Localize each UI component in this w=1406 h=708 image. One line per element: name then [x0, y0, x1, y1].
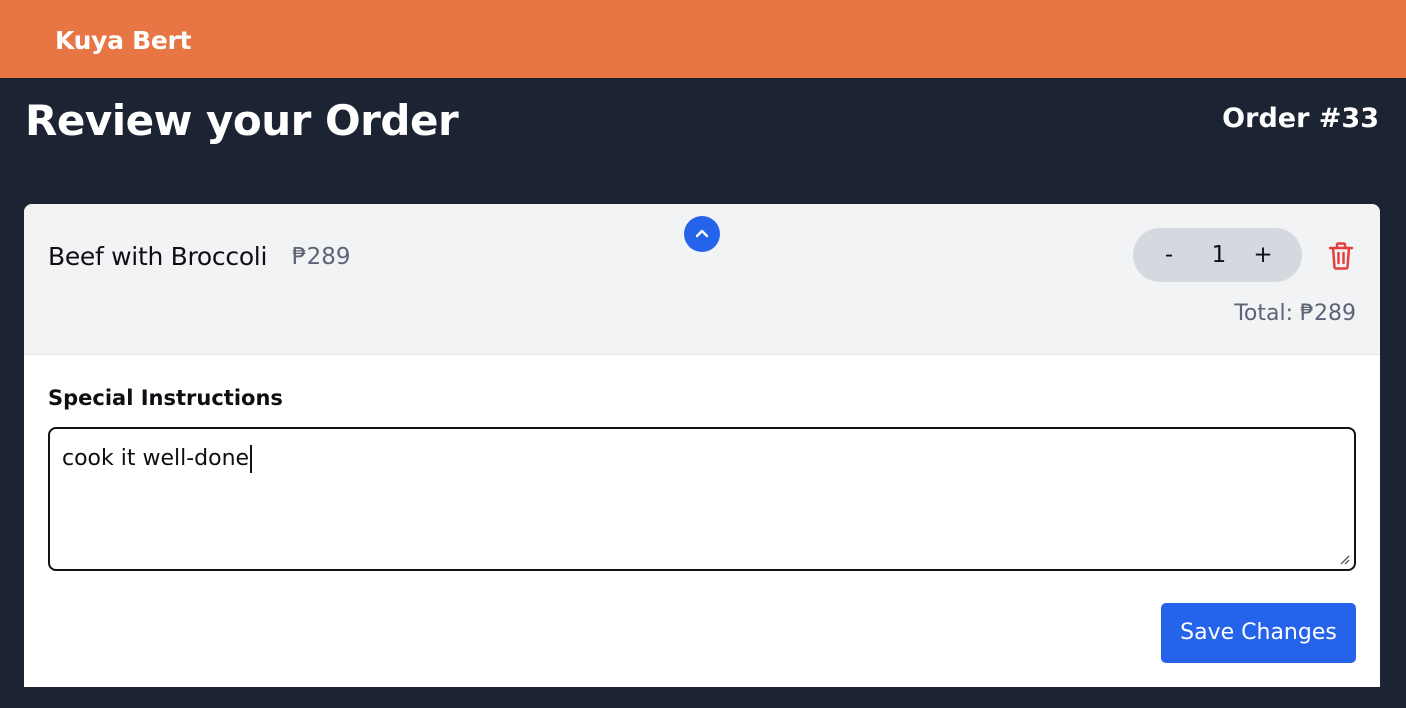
order-item-card: Beef with Broccoli ₱289 - 1 + Total: ₱28…: [24, 204, 1380, 687]
special-instructions-text: cook it well-done: [62, 446, 250, 471]
order-item-header: Beef with Broccoli ₱289 - 1 + Total: ₱28…: [24, 204, 1380, 355]
item-price: ₱289: [292, 244, 351, 270]
top-navbar: Kuya Bert: [0, 0, 1406, 78]
page-title: Review your Order: [25, 96, 459, 145]
chevron-up-icon: [695, 229, 709, 238]
resize-handle-icon[interactable]: [1338, 553, 1350, 565]
item-name: Beef with Broccoli: [48, 242, 268, 271]
item-total: Total: ₱289: [1234, 301, 1356, 326]
trash-icon: [1328, 242, 1354, 270]
text-caret: [250, 445, 253, 473]
collapse-button[interactable]: [684, 216, 720, 252]
delete-item-button[interactable]: [1325, 240, 1357, 272]
special-instructions-label: Special Instructions: [48, 386, 283, 410]
quantity-value: 1: [1211, 242, 1227, 268]
quantity-stepper: - 1 +: [1133, 228, 1302, 282]
order-number: Order #33: [1222, 103, 1379, 134]
increase-quantity-button[interactable]: +: [1243, 228, 1283, 282]
brand-logo[interactable]: Kuya Bert: [55, 26, 192, 56]
decrease-quantity-button[interactable]: -: [1151, 228, 1187, 282]
save-changes-button[interactable]: Save Changes: [1161, 603, 1356, 663]
special-instructions-textarea[interactable]: cook it well-done: [48, 427, 1356, 571]
